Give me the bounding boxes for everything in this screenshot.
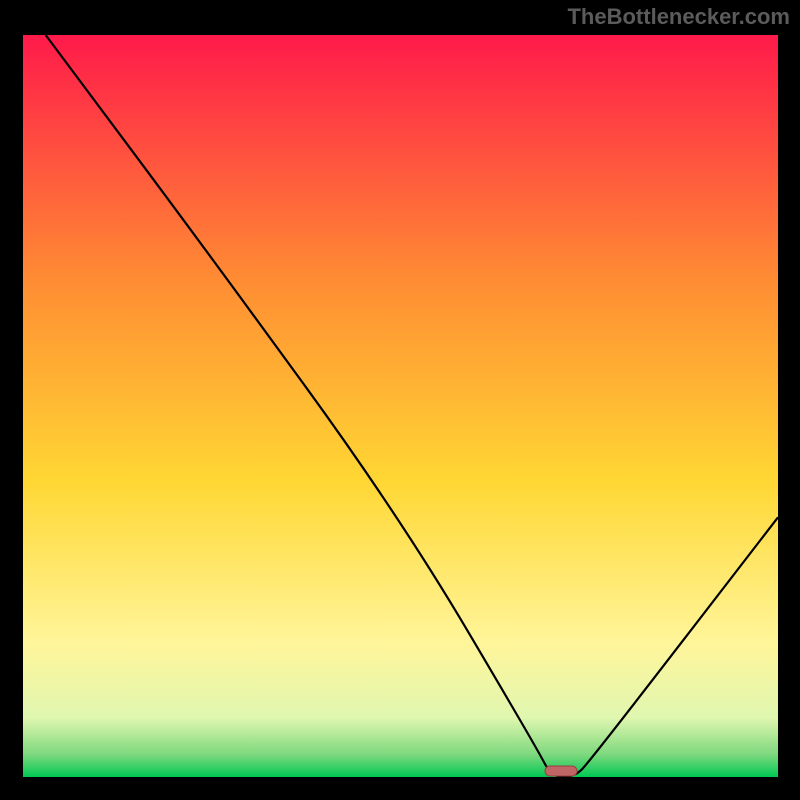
optimal-marker[interactable] (545, 766, 577, 776)
watermark-text: TheBottlenecker.com (567, 4, 790, 29)
bottleneck-chart: TheBottlenecker.com (0, 0, 800, 800)
